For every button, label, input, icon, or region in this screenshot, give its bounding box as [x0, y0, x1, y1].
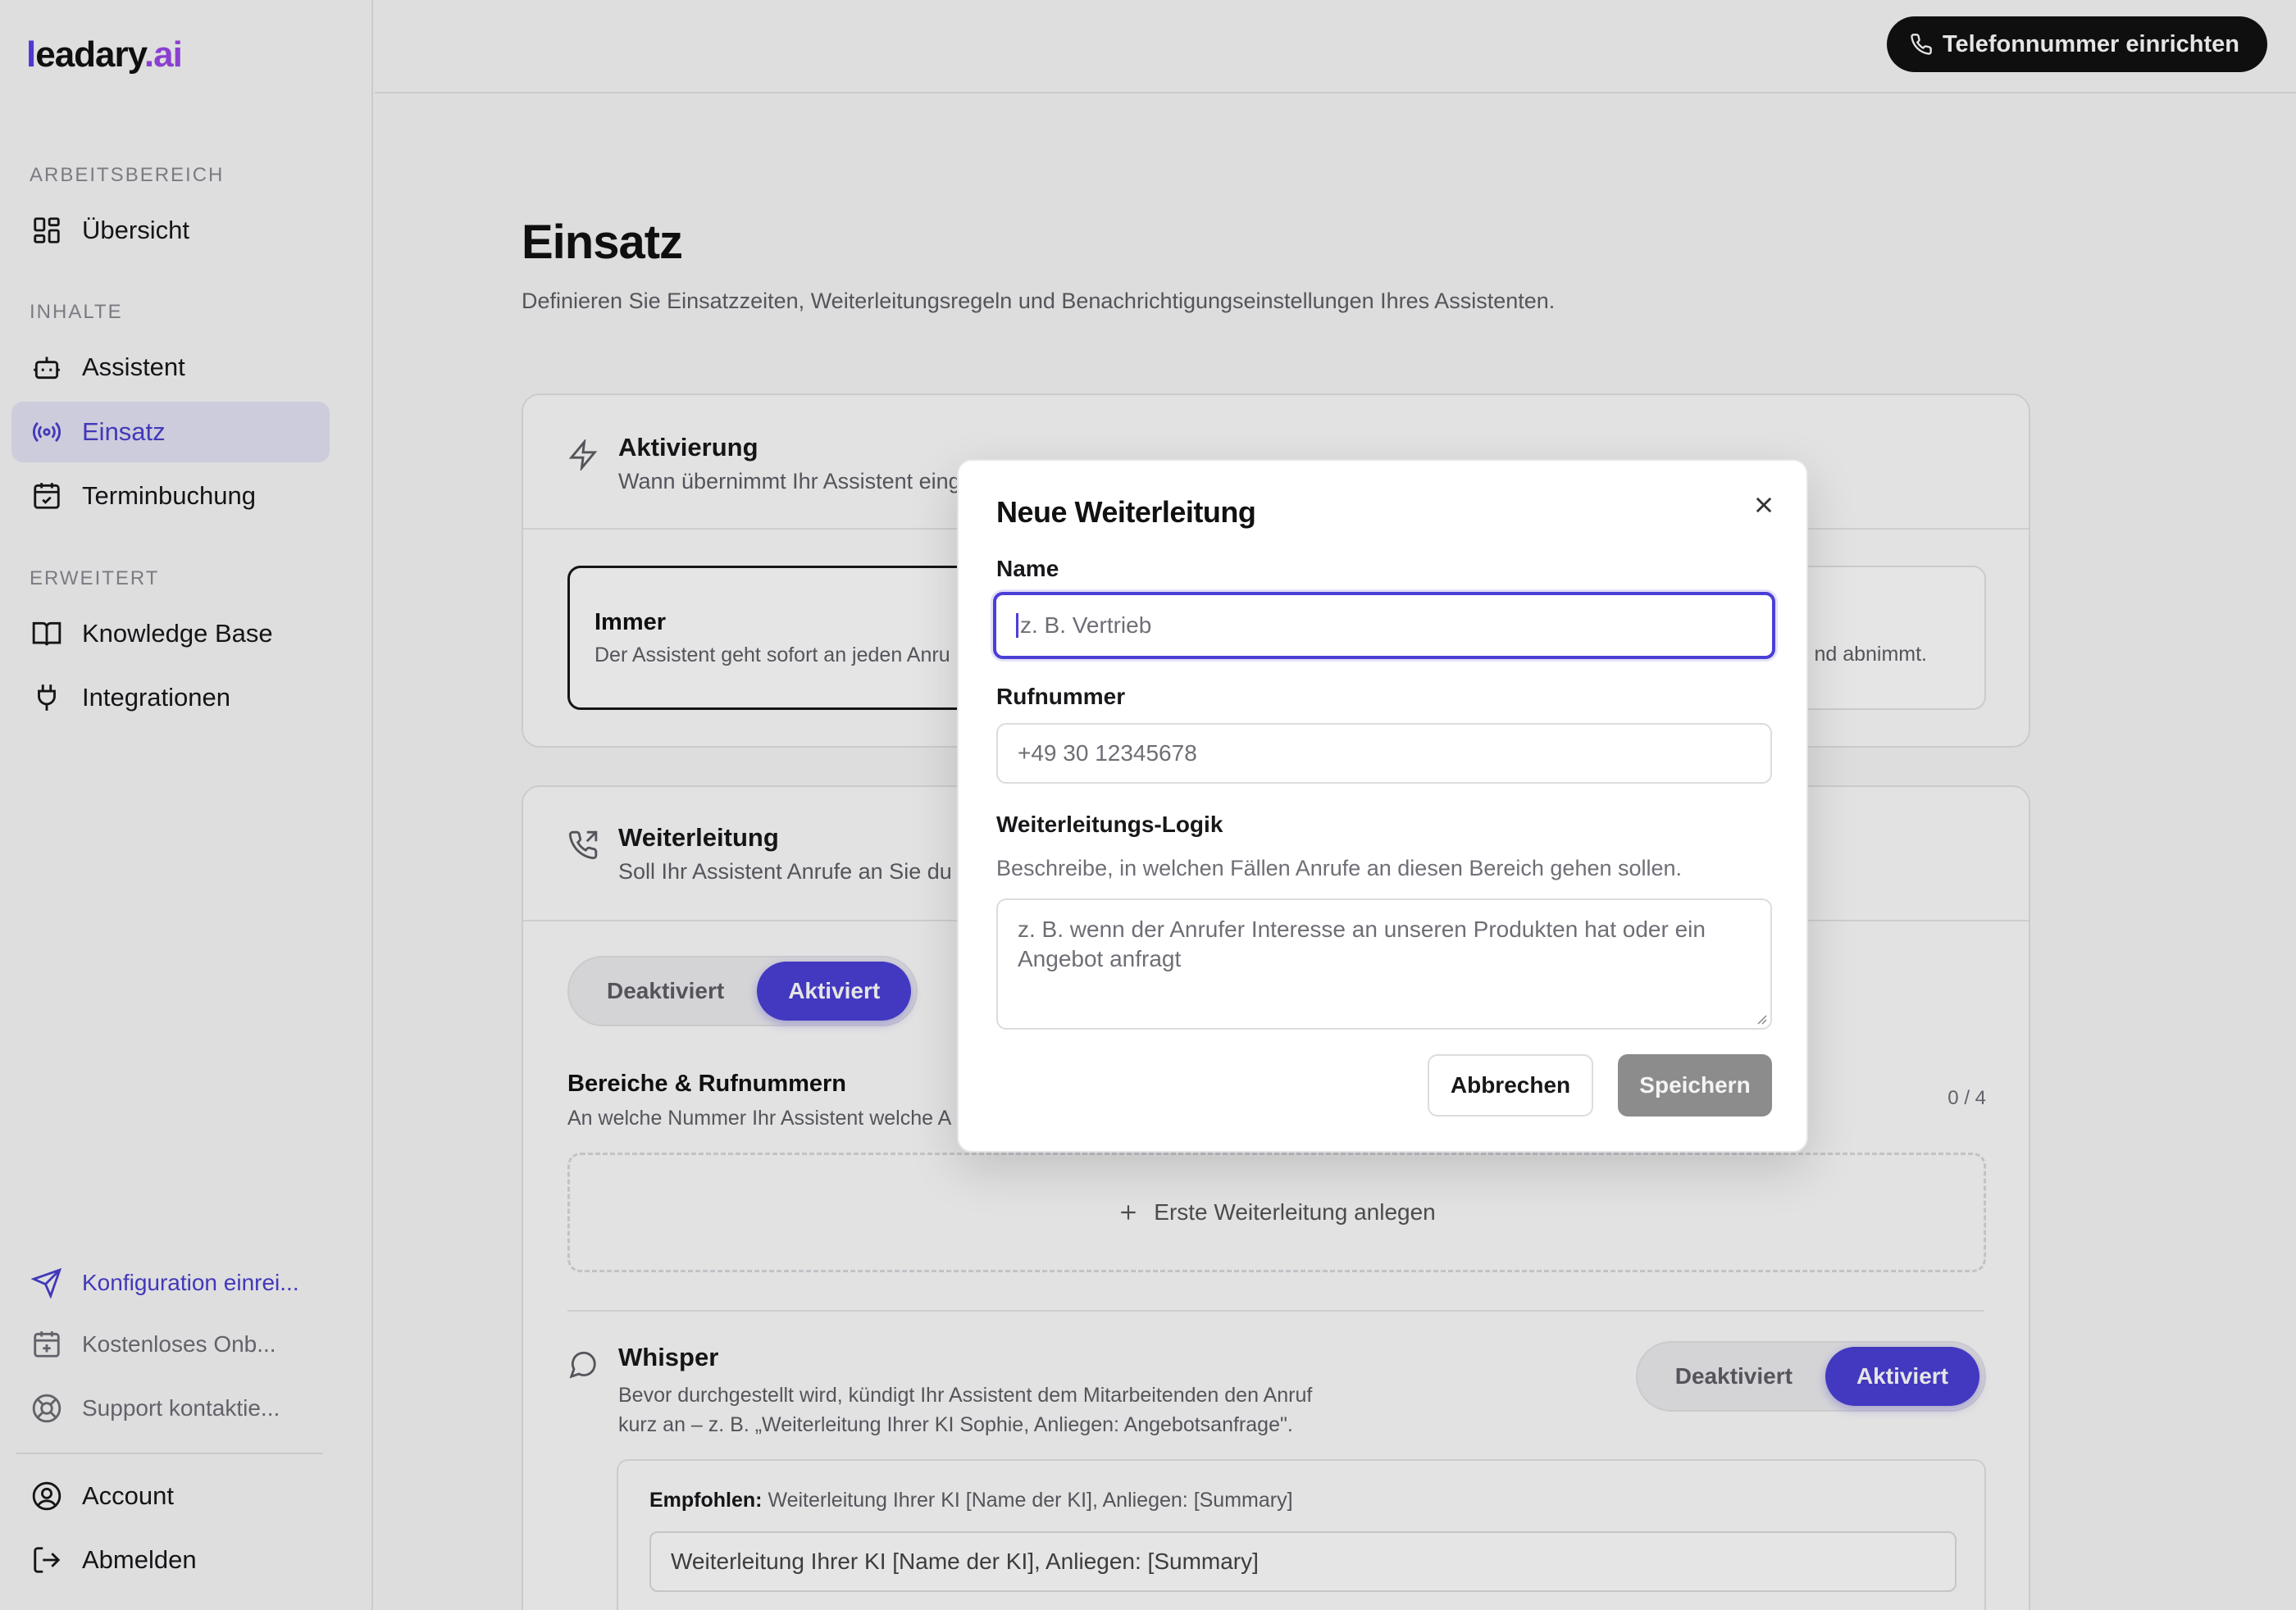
cancel-button[interactable]: Abbrechen — [1428, 1054, 1593, 1117]
logic-textarea[interactable]: z. B. wenn der Anrufer Interesse an unse… — [996, 898, 1772, 1030]
close-icon[interactable] — [1752, 493, 1775, 516]
new-forwarding-dialog: Neue Weiterleitung Name z. B. Vertrieb R… — [957, 459, 1808, 1153]
text-caret — [1016, 613, 1018, 638]
dialog-title: Neue Weiterleitung — [996, 495, 1256, 529]
phone-label: Rufnummer — [996, 684, 1126, 709]
logic-helper: Beschreibe, in welchen Fällen Anrufe an … — [996, 856, 1683, 880]
name-input[interactable]: z. B. Vertrieb — [993, 592, 1775, 659]
save-button[interactable]: Speichern — [1618, 1054, 1772, 1117]
resize-handle-icon[interactable] — [1756, 1013, 1767, 1025]
logic-label: Weiterleitungs-Logik — [996, 812, 1223, 837]
name-label: Name — [996, 556, 1059, 581]
phone-input[interactable]: +49 30 12345678 — [996, 723, 1772, 784]
